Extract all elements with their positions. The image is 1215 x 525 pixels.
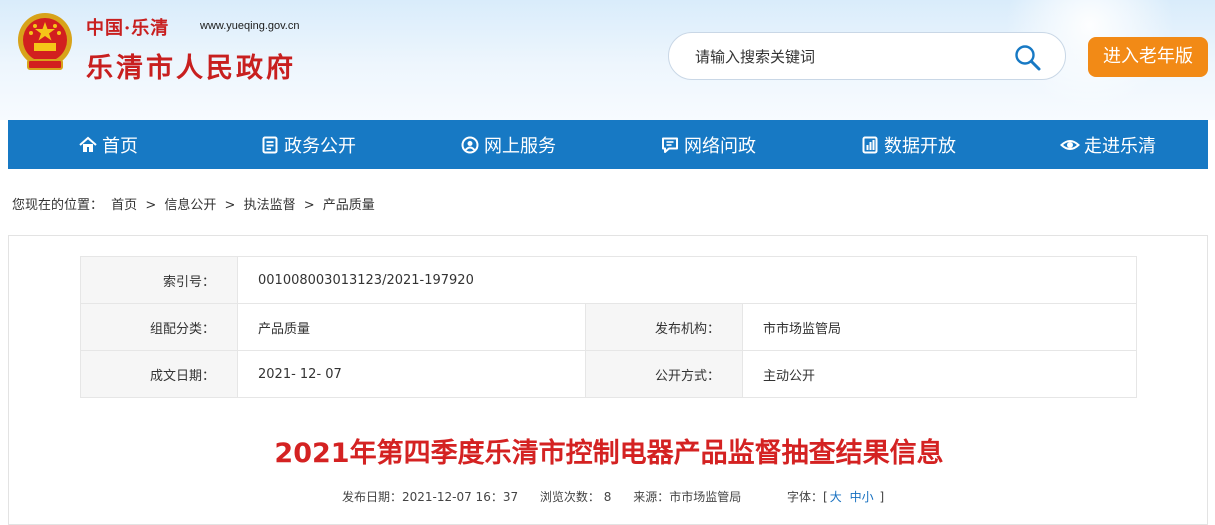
site-header: 中国·乐清 www.yueqing.gov.cn 乐清市人民政府 进入老年版: [0, 0, 1215, 120]
publish-date: 发布日期：2021-12-07 16：37: [342, 490, 519, 504]
breadcrumb-item-quality[interactable]: 产品质量: [323, 198, 375, 213]
breadcrumb-separator: >: [224, 198, 236, 213]
table-row: 组配分类： 产品质量 发布机构： 市市场监管局: [80, 303, 1137, 351]
site-cn-logo: 中国·乐清: [86, 18, 170, 39]
site-name[interactable]: 乐清市人民政府: [86, 46, 296, 85]
eye-icon: [1060, 139, 1080, 150]
nav-item-about-yueqing[interactable]: 走进乐清: [1008, 120, 1208, 169]
search-input[interactable]: [693, 45, 997, 69]
search-box: [668, 32, 1066, 80]
mode-label: 公开方式：: [585, 350, 743, 398]
date-label: 成文日期：: [80, 350, 238, 398]
font-size-end: ]: [879, 490, 885, 504]
article-source: 来源：市市场监管局: [633, 490, 742, 504]
breadcrumb-separator: >: [303, 198, 315, 213]
nav-item-label: 数据开放: [884, 135, 956, 157]
mode-value: 主动公开: [742, 350, 1137, 398]
national-emblem-icon[interactable]: [14, 10, 76, 76]
index-label: 索引号：: [80, 256, 238, 304]
main-nav: 首页 政务公开 网上服务 网络问政 数据开放 走进乐清: [8, 120, 1208, 169]
font-size-large-button[interactable]: 大: [830, 490, 842, 504]
breadcrumb-item-enforcement[interactable]: 执法监督: [244, 198, 296, 213]
font-size-label: 字体：[: [787, 490, 828, 504]
nav-item-open-data[interactable]: 数据开放: [808, 120, 1008, 169]
table-row: 索引号： 001008003013123/2021-197920: [80, 256, 1137, 304]
article-title: 2021年第四季度乐清市控制电器产品监督抽查结果信息: [274, 438, 944, 469]
document-icon: [262, 136, 278, 153]
category-value: 产品质量: [237, 303, 586, 351]
font-size-small-button[interactable]: 小: [862, 490, 874, 504]
service-icon: [461, 136, 479, 153]
search-icon[interactable]: [1013, 43, 1043, 73]
table-row: 成文日期： 2021- 12- 07 公开方式： 主动公开: [80, 350, 1137, 398]
breadcrumb-item-home[interactable]: 首页: [111, 198, 137, 213]
article-info: 发布日期：2021-12-07 16：37 浏览次数： 8 来源：市市场监管局 …: [342, 488, 902, 505]
nav-item-label: 政务公开: [284, 135, 356, 157]
view-count: 浏览次数： 8: [539, 490, 612, 504]
breadcrumb-item-info[interactable]: 信息公开: [164, 198, 216, 213]
nav-item-label: 网络问政: [684, 135, 756, 157]
category-label: 组配分类：: [80, 303, 238, 351]
nav-item-label: 走进乐清: [1084, 135, 1156, 157]
nav-item-online-service[interactable]: 网上服务: [408, 120, 608, 169]
data-icon: [862, 136, 878, 153]
publisher-value: 市市场监管局: [742, 303, 1137, 351]
home-icon: [79, 136, 97, 152]
breadcrumb: 您现在的位置： 首页 > 信息公开 > 执法监督 > 产品质量: [12, 194, 379, 213]
nav-item-gov-affairs[interactable]: 政务公开: [208, 120, 408, 169]
nav-item-label: 网上服务: [484, 135, 556, 157]
metadata-table: 索引号： 001008003013123/2021-197920 组配分类： 产…: [80, 256, 1137, 398]
chat-icon: [662, 137, 678, 153]
breadcrumb-separator: >: [145, 198, 157, 213]
article-container: 索引号： 001008003013123/2021-197920 组配分类： 产…: [8, 235, 1208, 525]
publisher-label: 发布机构：: [585, 303, 743, 351]
font-size-medium-button[interactable]: 中: [850, 490, 862, 504]
nav-item-home[interactable]: 首页: [8, 120, 208, 169]
breadcrumb-prefix: 您现在的位置：: [12, 198, 104, 213]
date-value: 2021- 12- 07: [237, 350, 586, 398]
nav-item-online-inquiry[interactable]: 网络问政: [608, 120, 808, 169]
site-url: www.yueqing.gov.cn: [200, 20, 300, 32]
elder-version-button[interactable]: 进入老年版: [1088, 37, 1208, 77]
nav-item-label: 首页: [102, 135, 138, 157]
index-value: 001008003013123/2021-197920: [237, 256, 1137, 304]
